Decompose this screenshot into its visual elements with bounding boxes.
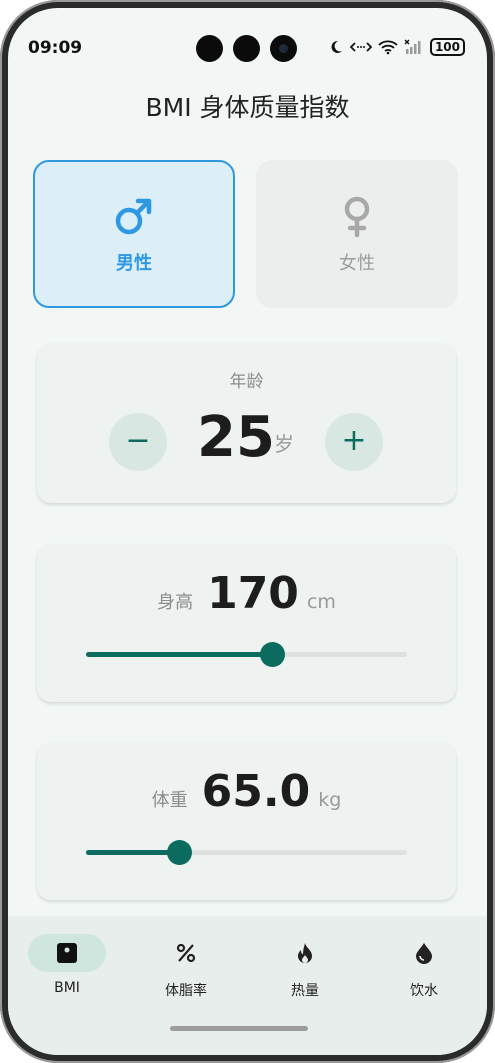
data-transfer-icon xyxy=(349,42,372,52)
camera-lens xyxy=(196,35,223,62)
battery-indicator: 100 xyxy=(429,38,465,56)
height-slider-fill xyxy=(86,652,273,657)
camera-lens xyxy=(270,35,297,62)
age-decrement-button[interactable]: − xyxy=(109,413,167,471)
moon-icon xyxy=(331,40,342,53)
weight-slider-thumb[interactable] xyxy=(167,840,193,865)
percent-icon xyxy=(176,943,196,963)
age-value: 25 xyxy=(197,405,275,470)
height-slider[interactable] xyxy=(86,642,407,667)
flame-icon xyxy=(298,943,312,963)
wifi-icon xyxy=(378,40,398,55)
height-slider-thumb[interactable] xyxy=(260,642,286,667)
height-unit: cm xyxy=(306,591,336,613)
tab-bmi[interactable]: BMI xyxy=(17,934,117,1004)
camera-cutout xyxy=(196,35,297,62)
water-drop-icon xyxy=(416,943,432,964)
tab-body-fat-label: 体脂率 xyxy=(165,983,207,999)
status-time: 09:09 xyxy=(28,38,83,58)
tab-body-fat-indicator xyxy=(147,934,225,972)
camera-lens xyxy=(233,35,260,62)
tab-calories-indicator xyxy=(266,934,344,972)
page-title: BMI 身体质量指数 xyxy=(145,93,350,122)
home-indicator[interactable] xyxy=(170,1026,308,1031)
age-unit: 岁 xyxy=(274,432,294,456)
female-symbol-icon xyxy=(344,196,370,238)
tab-calories-label: 热量 xyxy=(291,983,319,999)
height-card: 身高 170 cm xyxy=(37,544,456,702)
weight-slider[interactable] xyxy=(86,840,407,865)
male-symbol-icon xyxy=(115,198,152,235)
tab-water-indicator xyxy=(385,934,463,972)
tab-body-fat[interactable]: 体脂率 xyxy=(136,934,236,1004)
bottom-tab-bar: BMI 体脂率 热量 饮水 xyxy=(8,916,487,1055)
age-label: 年龄 xyxy=(229,372,264,392)
age-card: 年龄 − 25 岁 + xyxy=(37,343,456,503)
weight-value: 65.0 xyxy=(201,766,311,817)
signal-icon xyxy=(404,39,421,54)
status-icons: 100 xyxy=(328,38,465,56)
gender-female-label: 女性 xyxy=(339,253,375,274)
weight-slider-fill xyxy=(86,850,180,855)
tab-bmi-label: BMI xyxy=(54,980,80,996)
gender-female-button[interactable]: 女性 xyxy=(256,160,458,308)
gender-male-label: 男性 xyxy=(116,253,152,274)
gender-male-button[interactable]: 男性 xyxy=(33,160,235,308)
height-value: 170 xyxy=(207,568,299,619)
weight-readout: 体重 65.0 kg xyxy=(37,766,456,817)
height-label: 身高 xyxy=(157,592,194,613)
weight-unit: kg xyxy=(318,789,342,811)
status-bar: 09:09 100 xyxy=(8,8,487,68)
app-screen: 09:09 100 BMI 身体质量指数 男性 女性 年龄 − 25 岁 + 身… xyxy=(8,8,487,1055)
age-increment-button[interactable]: + xyxy=(325,413,383,471)
tab-water-label: 饮水 xyxy=(410,983,438,999)
tab-water[interactable]: 饮水 xyxy=(374,934,474,1004)
tab-bmi-indicator xyxy=(28,934,106,972)
phone-frame: 09:09 100 BMI 身体质量指数 男性 女性 年龄 − 25 岁 + 身… xyxy=(0,0,495,1063)
weight-label: 体重 xyxy=(151,790,188,811)
tab-calories[interactable]: 热量 xyxy=(255,934,355,1004)
weight-card: 体重 65.0 kg xyxy=(37,742,456,900)
height-readout: 身高 170 cm xyxy=(37,568,456,619)
scale-icon xyxy=(57,943,77,963)
